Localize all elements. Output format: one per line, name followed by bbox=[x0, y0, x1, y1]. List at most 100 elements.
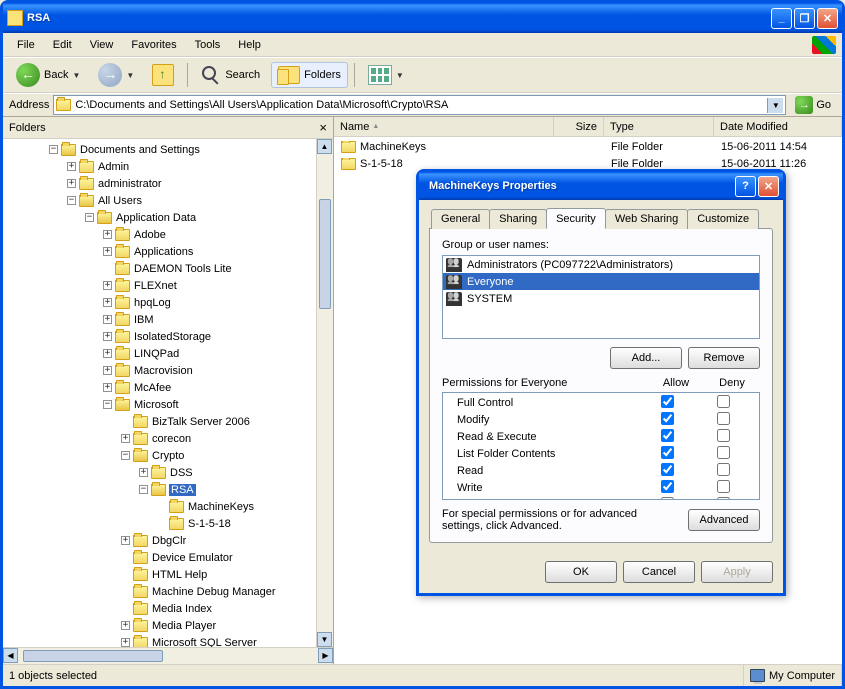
deny-checkbox[interactable] bbox=[717, 412, 730, 425]
close-button[interactable]: ✕ bbox=[817, 8, 838, 29]
tree-item[interactable]: Admin bbox=[97, 161, 130, 173]
tree-item[interactable]: Machine Debug Manager bbox=[151, 586, 277, 598]
expando[interactable]: + bbox=[103, 366, 112, 375]
apply-button[interactable]: Apply bbox=[701, 561, 773, 583]
tree-item[interactable]: Device Emulator bbox=[151, 552, 234, 564]
minimize-button[interactable]: _ bbox=[771, 8, 792, 29]
tree-item[interactable]: administrator bbox=[97, 178, 163, 190]
menu-favorites[interactable]: Favorites bbox=[123, 37, 184, 53]
up-button[interactable] bbox=[145, 60, 181, 90]
scroll-thumb[interactable] bbox=[23, 650, 163, 662]
tree-item[interactable]: hpqLog bbox=[133, 297, 172, 309]
expando[interactable]: + bbox=[103, 247, 112, 256]
expando[interactable]: + bbox=[67, 179, 76, 188]
deny-checkbox[interactable] bbox=[717, 463, 730, 476]
expando[interactable]: + bbox=[103, 298, 112, 307]
menu-file[interactable]: File bbox=[9, 37, 43, 53]
expando[interactable]: + bbox=[103, 230, 112, 239]
allow-checkbox[interactable] bbox=[661, 446, 674, 459]
tree-item[interactable]: IBM bbox=[133, 314, 155, 326]
tab-security[interactable]: Security bbox=[546, 208, 606, 229]
expando[interactable]: + bbox=[103, 349, 112, 358]
tree-item[interactable]: Application Data bbox=[115, 212, 197, 224]
expando[interactable]: + bbox=[103, 383, 112, 392]
tree-item[interactable]: DAEMON Tools Lite bbox=[133, 263, 233, 275]
allow-checkbox[interactable] bbox=[661, 429, 674, 442]
tree-item[interactable]: MachineKeys bbox=[187, 501, 255, 513]
add-button[interactable]: Add... bbox=[610, 347, 682, 369]
tree-item[interactable]: Macrovision bbox=[133, 365, 194, 377]
expando[interactable]: + bbox=[139, 468, 148, 477]
expando[interactable]: − bbox=[85, 213, 94, 222]
menu-view[interactable]: View bbox=[82, 37, 122, 53]
scroll-thumb[interactable] bbox=[319, 199, 331, 309]
expando[interactable]: + bbox=[121, 638, 130, 647]
menu-help[interactable]: Help bbox=[230, 37, 269, 53]
scroll-up-icon[interactable]: ▲ bbox=[317, 139, 332, 154]
expando[interactable]: + bbox=[67, 162, 76, 171]
address-dropdown[interactable]: ▼ bbox=[767, 98, 783, 113]
tree-item[interactable]: HTML Help bbox=[151, 569, 208, 581]
expando[interactable]: + bbox=[121, 536, 130, 545]
allow-checkbox[interactable] bbox=[661, 497, 674, 501]
expando[interactable]: − bbox=[139, 485, 148, 494]
forward-button[interactable]: ▼ bbox=[91, 59, 141, 91]
menu-tools[interactable]: Tools bbox=[187, 37, 229, 53]
col-size[interactable]: Size bbox=[554, 117, 604, 136]
help-button[interactable]: ? bbox=[735, 176, 756, 197]
tree-item[interactable]: Documents and Settings bbox=[79, 144, 201, 156]
horizontal-scrollbar[interactable]: ◀ ▶ bbox=[3, 647, 333, 664]
tab-web-sharing[interactable]: Web Sharing bbox=[605, 209, 688, 229]
group-item[interactable]: SYSTEM bbox=[443, 290, 759, 307]
ok-button[interactable]: OK bbox=[545, 561, 617, 583]
group-item-selected[interactable]: Everyone bbox=[443, 273, 759, 290]
allow-checkbox[interactable] bbox=[661, 480, 674, 493]
tree-item[interactable]: McAfee bbox=[133, 382, 172, 394]
back-button[interactable]: Back ▼ bbox=[9, 59, 87, 91]
folder-tree[interactable]: − Documents and Settings + Admin + administ… bbox=[3, 139, 333, 664]
expando[interactable]: + bbox=[103, 332, 112, 341]
col-type[interactable]: Type bbox=[604, 117, 714, 136]
tree-item[interactable]: corecon bbox=[151, 433, 192, 445]
deny-checkbox[interactable] bbox=[717, 480, 730, 493]
dialog-close-button[interactable]: ✕ bbox=[758, 176, 779, 197]
tree-item[interactable]: FLEXnet bbox=[133, 280, 178, 292]
tab-customize[interactable]: Customize bbox=[687, 209, 759, 229]
allow-checkbox[interactable] bbox=[661, 395, 674, 408]
address-input[interactable]: C:\Documents and Settings\All Users\Appl… bbox=[53, 95, 786, 115]
dialog-titlebar[interactable]: MachineKeys Properties ? ✕ bbox=[419, 172, 783, 200]
list-item[interactable]: MachineKeys File Folder 15-06-2011 14:54 bbox=[335, 138, 841, 155]
maximize-button[interactable]: ❐ bbox=[794, 8, 815, 29]
cancel-button[interactable]: Cancel bbox=[623, 561, 695, 583]
expando[interactable]: + bbox=[121, 434, 130, 443]
vertical-scrollbar[interactable]: ▲ ▼ bbox=[316, 139, 333, 647]
remove-button[interactable]: Remove bbox=[688, 347, 760, 369]
deny-checkbox[interactable] bbox=[717, 446, 730, 459]
scroll-right-icon[interactable]: ▶ bbox=[318, 648, 333, 663]
tree-item[interactable]: Crypto bbox=[151, 450, 185, 462]
tree-item[interactable]: Adobe bbox=[133, 229, 167, 241]
tree-item[interactable]: All Users bbox=[97, 195, 143, 207]
group-item[interactable]: Administrators (PC097722\Administrators) bbox=[443, 256, 759, 273]
expando[interactable]: − bbox=[103, 400, 112, 409]
tree-item[interactable]: Media Index bbox=[151, 603, 213, 615]
scroll-down-icon[interactable]: ▼ bbox=[317, 632, 332, 647]
tab-sharing[interactable]: Sharing bbox=[489, 209, 547, 229]
tree-item[interactable]: IsolatedStorage bbox=[133, 331, 212, 343]
tree-item[interactable]: BizTalk Server 2006 bbox=[151, 416, 251, 428]
tree-item[interactable]: S-1-5-18 bbox=[187, 518, 232, 530]
tab-general[interactable]: General bbox=[431, 209, 490, 229]
permissions-listbox[interactable]: Full Control Modify Read & Execute List … bbox=[442, 392, 760, 500]
expando[interactable]: − bbox=[67, 196, 76, 205]
allow-checkbox[interactable] bbox=[661, 463, 674, 476]
allow-checkbox[interactable] bbox=[661, 412, 674, 425]
expando[interactable]: + bbox=[121, 621, 130, 630]
col-name[interactable]: Name▲ bbox=[334, 117, 554, 136]
group-listbox[interactable]: Administrators (PC097722\Administrators)… bbox=[442, 255, 760, 339]
menu-edit[interactable]: Edit bbox=[45, 37, 80, 53]
expando[interactable]: + bbox=[103, 281, 112, 290]
deny-checkbox[interactable] bbox=[717, 395, 730, 408]
advanced-button[interactable]: Advanced bbox=[688, 509, 760, 531]
folders-button[interactable]: Folders bbox=[271, 62, 348, 88]
tree-item[interactable]: Microsoft bbox=[133, 399, 180, 411]
